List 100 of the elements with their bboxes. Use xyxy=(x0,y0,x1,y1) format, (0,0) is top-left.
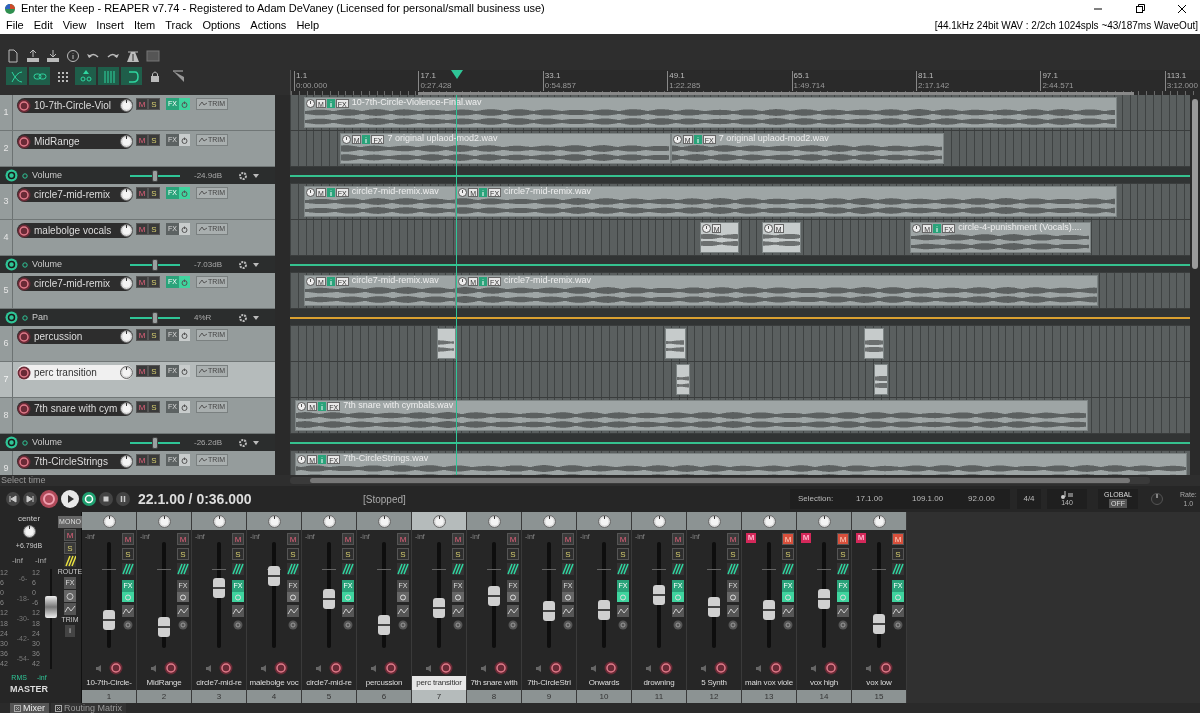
horizontal-scrollbar[interactable] xyxy=(290,477,1150,484)
fx-bypass-button[interactable] xyxy=(179,329,190,341)
toolbar-toggle[interactable] xyxy=(29,67,50,85)
solo-button[interactable]: S xyxy=(342,548,354,560)
pause-button[interactable] xyxy=(116,492,130,506)
envelope-icon[interactable] xyxy=(452,605,464,617)
solo-button[interactable]: S xyxy=(892,548,904,560)
solo-button[interactable]: S xyxy=(148,329,160,341)
settings-icon[interactable] xyxy=(238,437,248,448)
routing-icon[interactable] xyxy=(397,563,409,575)
power-icon[interactable] xyxy=(287,592,299,602)
menu-item[interactable]: Track xyxy=(160,17,198,34)
mute-button[interactable]: M xyxy=(136,223,148,235)
envelope-icon[interactable] xyxy=(122,605,134,617)
fader-thumb[interactable] xyxy=(598,599,610,620)
speaker-icon[interactable] xyxy=(865,663,873,673)
phase-icon[interactable] xyxy=(673,620,683,630)
stop-button[interactable] xyxy=(99,492,113,506)
envelope-active-icon[interactable] xyxy=(22,439,28,446)
media-item[interactable] xyxy=(873,364,888,395)
envelope-arm-icon[interactable] xyxy=(5,169,18,182)
close-icon[interactable] xyxy=(1176,2,1188,15)
vertical-scrollbar[interactable] xyxy=(1190,95,1200,475)
skip-to-start-button[interactable] xyxy=(6,492,20,506)
mute-button[interactable]: M xyxy=(64,529,76,541)
solo-button[interactable]: S xyxy=(452,548,464,560)
power-icon[interactable] xyxy=(177,592,189,602)
record-arm-icon[interactable] xyxy=(659,661,673,675)
fader-thumb[interactable] xyxy=(268,565,280,586)
volume-knob[interactable] xyxy=(120,277,133,290)
menu-item[interactable]: Help xyxy=(291,17,324,34)
toolbar-toggle[interactable] xyxy=(75,67,96,85)
routing-icon[interactable] xyxy=(342,563,354,575)
record-arm-icon[interactable] xyxy=(274,661,288,675)
fx-bypass-button[interactable] xyxy=(179,223,190,235)
solo-button[interactable]: S xyxy=(148,454,160,466)
settings-icon[interactable] xyxy=(238,259,248,270)
fader-thumb[interactable] xyxy=(818,589,830,610)
power-icon[interactable] xyxy=(507,592,519,602)
envelope-icon[interactable] xyxy=(782,605,794,617)
fx-bypass-button[interactable] xyxy=(179,454,190,466)
mute-button[interactable]: M xyxy=(562,533,574,545)
envelope-icon[interactable] xyxy=(397,605,409,617)
record-arm-icon[interactable] xyxy=(17,276,31,291)
power-icon[interactable] xyxy=(397,592,409,602)
menu-item[interactable]: View xyxy=(57,17,92,34)
phase-icon[interactable] xyxy=(453,620,463,630)
routing-icon[interactable] xyxy=(287,563,299,575)
solo-button[interactable]: S xyxy=(148,223,160,235)
mute-button[interactable]: M xyxy=(136,187,148,199)
envelope-arm-icon[interactable] xyxy=(5,258,18,271)
solo-button[interactable]: S xyxy=(507,548,519,560)
fx-bypass-button[interactable] xyxy=(179,365,190,377)
routing-icon[interactable] xyxy=(507,563,519,575)
routing-icon[interactable] xyxy=(177,563,189,575)
phase-icon[interactable] xyxy=(618,620,628,630)
fader-thumb[interactable] xyxy=(543,600,555,621)
mute-button[interactable]: M xyxy=(232,533,244,545)
solo-button[interactable]: S xyxy=(148,401,160,413)
speaker-icon[interactable] xyxy=(425,663,433,673)
fader-thumb[interactable] xyxy=(763,599,775,620)
envelope-slider[interactable] xyxy=(130,436,180,449)
solo-button[interactable]: S xyxy=(148,276,160,288)
volume-knob[interactable] xyxy=(120,188,133,201)
speaker-icon[interactable] xyxy=(150,663,158,673)
volume-knob[interactable] xyxy=(120,224,133,237)
media-item[interactable] xyxy=(675,364,690,395)
envelope-active-icon[interactable] xyxy=(22,261,28,268)
menu-item[interactable]: Item xyxy=(128,17,161,34)
solo-button[interactable]: S xyxy=(617,548,629,560)
routing-icon[interactable] xyxy=(892,563,904,575)
solo-button[interactable]: S xyxy=(397,548,409,560)
mute-button[interactable]: M xyxy=(342,533,354,545)
maximize-icon[interactable] xyxy=(1134,2,1146,15)
envelope-slider[interactable] xyxy=(130,311,180,324)
pan-knob[interactable] xyxy=(22,525,36,538)
phase-icon[interactable] xyxy=(398,620,408,630)
mute-button[interactable]: M xyxy=(507,533,519,545)
solo-button[interactable]: S xyxy=(562,548,574,560)
caret-icon[interactable] xyxy=(252,260,260,269)
envelope-icon[interactable] xyxy=(64,603,76,615)
speaker-icon[interactable] xyxy=(535,663,543,673)
speaker-icon[interactable] xyxy=(590,663,598,673)
media-item[interactable] xyxy=(665,328,686,359)
fader-thumb[interactable] xyxy=(103,610,115,631)
phase-icon[interactable] xyxy=(563,620,573,630)
fader-thumb[interactable] xyxy=(378,614,390,635)
mute-button[interactable]: M xyxy=(177,533,189,545)
phase-icon[interactable] xyxy=(343,620,353,630)
record-arm-icon[interactable] xyxy=(494,661,508,675)
mute-button[interactable]: M xyxy=(136,329,148,341)
routing-icon[interactable] xyxy=(562,563,574,575)
record-arm-icon[interactable] xyxy=(549,661,563,675)
mute-button[interactable]: M xyxy=(136,454,148,466)
slider-thumb[interactable] xyxy=(152,258,158,271)
record-arm-icon[interactable] xyxy=(17,329,31,344)
envelope-slider[interactable] xyxy=(130,169,180,182)
media-item[interactable] xyxy=(436,328,457,359)
solo-button[interactable]: S xyxy=(782,548,794,560)
time-signature[interactable]: 4/4 xyxy=(1017,489,1041,509)
